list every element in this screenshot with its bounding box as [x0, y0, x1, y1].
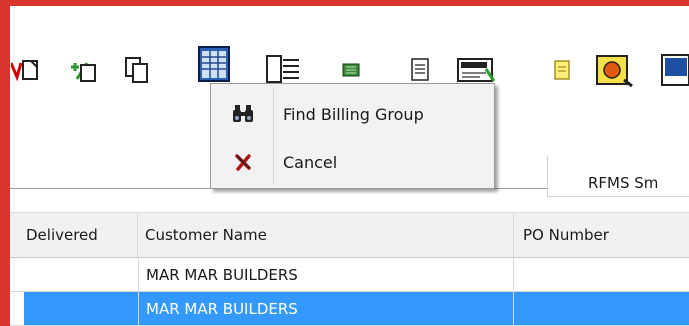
grid-header: Delivered Customer Name PO Number [10, 212, 689, 258]
safe-icon[interactable] [592, 50, 636, 90]
red-x-icon [213, 152, 273, 172]
menu-item-label: Find Billing Group [283, 104, 424, 124]
blue-screen-icon[interactable] [660, 50, 689, 90]
add-remove-icon[interactable] [66, 50, 100, 90]
binoculars-icon [213, 104, 273, 124]
customer-name-cell[interactable]: MAR MAR BUILDERS [138, 258, 514, 291]
delivered-cell[interactable] [10, 258, 138, 291]
column-header-po-number[interactable]: PO Number [514, 213, 689, 257]
column-header-delivered[interactable]: Delivered [10, 213, 138, 257]
menu-item-label: Cancel [283, 152, 338, 172]
context-menu: Find Billing Group Cancel [210, 83, 495, 189]
table-row[interactable]: MAR MAR BUILDERS [10, 258, 689, 292]
new-document-red-icon[interactable] [10, 50, 42, 90]
table-row-selected[interactable]: MAR MAR BUILDERS [10, 292, 689, 326]
po-number-cell[interactable] [514, 258, 689, 291]
column-header-customer-name[interactable]: Customer Name [138, 213, 514, 257]
window-grid-icon[interactable] [196, 44, 232, 84]
yellow-note-icon[interactable] [552, 50, 572, 90]
delivered-cell[interactable] [24, 292, 138, 325]
customer-name-cell[interactable]: MAR MAR BUILDERS [138, 292, 514, 325]
app-window: RFMS Sm Delivered Customer Name PO Numbe… [10, 0, 689, 326]
menu-item-cancel[interactable]: Cancel [213, 139, 492, 185]
company-field[interactable]: RFMS Sm [547, 156, 689, 197]
po-number-cell[interactable] [514, 292, 689, 325]
menu-item-find-billing-group[interactable]: Find Billing Group [213, 91, 492, 137]
copy-document-icon[interactable] [120, 50, 154, 90]
data-grid: Delivered Customer Name PO Number MAR MA… [10, 212, 689, 326]
